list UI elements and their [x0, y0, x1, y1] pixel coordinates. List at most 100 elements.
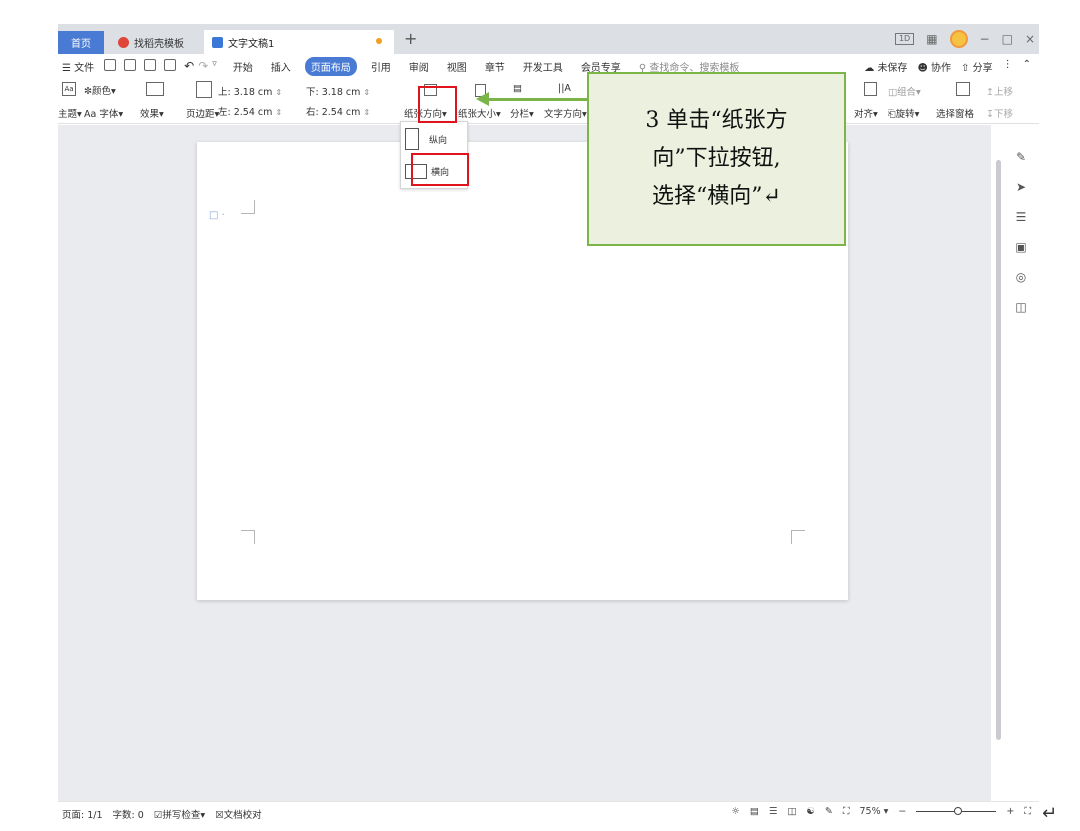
orientation-option-portrait[interactable]: 纵向: [405, 126, 465, 152]
settings-sliders-icon[interactable]: ☰: [1016, 210, 1027, 224]
menu-tab-references[interactable]: 引用: [371, 59, 391, 74]
collapse-ribbon-icon[interactable]: ⌃: [1023, 59, 1031, 74]
theme-button[interactable]: 主题▾: [58, 106, 82, 120]
text-direction-button[interactable]: 文字方向▾: [544, 106, 587, 120]
restore-button[interactable]: □: [1002, 32, 1013, 46]
callout-arrow-line: [488, 98, 588, 101]
font-button[interactable]: Aa 字体▾: [84, 106, 123, 120]
web-view-icon[interactable]: ☯: [806, 806, 815, 817]
minimize-button[interactable]: −: [980, 32, 990, 46]
print-preview-icon[interactable]: [164, 59, 177, 71]
margin-bottom-field[interactable]: 下: 3.18 cm ⇕: [306, 84, 370, 98]
columns-icon[interactable]: ▤: [513, 83, 522, 94]
effect-button[interactable]: 效果▾: [140, 106, 164, 120]
more-icon[interactable]: ⋮: [1003, 59, 1013, 74]
selection-pane-button[interactable]: 选择窗格: [936, 106, 974, 120]
menu-tab-review[interactable]: 审阅: [409, 59, 429, 74]
fit-zoom-icon[interactable]: ⛶: [843, 806, 850, 817]
book-icon[interactable]: ◫: [1015, 300, 1026, 314]
corner-mark-bottom-left: [241, 530, 255, 544]
redo-icon[interactable]: ↷: [198, 59, 208, 73]
page-view-icon[interactable]: ▤: [750, 806, 759, 817]
margin-right-label: 右:: [306, 107, 319, 118]
columns-button[interactable]: 分栏▾: [510, 106, 534, 120]
effect-icon[interactable]: [146, 82, 164, 99]
margin-left-field[interactable]: 左: 2.54 cm ⇕: [218, 104, 282, 118]
margin-bottom-label: 下:: [306, 87, 319, 98]
zoom-in-button[interactable]: +: [1006, 806, 1014, 817]
margin-bottom-spinner[interactable]: ⇕: [363, 88, 370, 97]
fullscreen-icon[interactable]: ⛶: [1024, 806, 1031, 817]
tab-template[interactable]: 找稻壳模板: [110, 30, 202, 54]
menu-tab-page-layout[interactable]: 页面布局: [304, 56, 357, 76]
menu-tab-chapter[interactable]: 章节: [485, 59, 505, 74]
select-cursor-icon[interactable]: ➤: [1016, 180, 1026, 194]
layout-toggle-button[interactable]: 1D: [894, 33, 915, 45]
customize-icon[interactable]: ▿: [212, 59, 217, 73]
rotate-button[interactable]: ⎗旋转▾: [888, 106, 919, 120]
portrait-icon: [405, 128, 419, 150]
tab-bar: 首页 找稻壳模板 文字文稿1 + 1D ▦ − □ ×: [58, 24, 1039, 54]
export-pdf-icon[interactable]: [124, 59, 137, 71]
color-button[interactable]: ✼颜色▾: [84, 83, 116, 97]
selection-pane-label: 选择窗格: [936, 109, 975, 120]
collaborate-button[interactable]: ☻ 协作: [917, 59, 951, 74]
undo-icon[interactable]: ↶: [184, 59, 194, 73]
group-button[interactable]: ◫组合▾: [888, 84, 921, 98]
eye-protection-icon[interactable]: ☼: [731, 806, 740, 817]
side-toolbar: ✎ ➤ ☰ ▣ ◎ ◫: [1010, 150, 1032, 314]
image-icon[interactable]: ▣: [1015, 240, 1026, 254]
outline-view-icon[interactable]: ☰: [769, 806, 778, 817]
reading-view-icon[interactable]: ◫: [787, 806, 796, 817]
doc-proof-button[interactable]: ☒文档校对: [215, 807, 262, 821]
tab-document[interactable]: 文字文稿1: [204, 30, 394, 54]
move-up-button[interactable]: ↥上移: [986, 84, 1013, 98]
grid-icon[interactable]: ▦: [926, 32, 937, 46]
align-button[interactable]: 对齐▾: [854, 106, 878, 120]
align-icon[interactable]: [864, 82, 877, 99]
margin-top-field[interactable]: 上: 3.18 cm ⇕: [218, 84, 282, 98]
page-count: 页面: 1/1: [62, 809, 103, 821]
text-direction-icon[interactable]: ||A: [558, 83, 571, 94]
columns-label: 分栏: [510, 109, 530, 120]
file-menu[interactable]: ☰ 文件: [62, 59, 94, 74]
zoom-slider[interactable]: [916, 807, 997, 815]
margins-icon[interactable]: [196, 81, 212, 101]
theme-icon[interactable]: Aa: [62, 82, 76, 96]
move-down-button[interactable]: ↧下移: [986, 106, 1013, 120]
margin-top-spinner[interactable]: ⇕: [275, 88, 282, 97]
zoom-out-button[interactable]: −: [898, 806, 906, 817]
zoom-level[interactable]: 75% ▾: [859, 806, 888, 817]
print-icon[interactable]: [144, 59, 157, 71]
unsaved-button[interactable]: ☁ 未保存: [864, 59, 907, 74]
location-icon[interactable]: ◎: [1016, 270, 1026, 284]
menu-tab-start[interactable]: 开始: [233, 59, 253, 74]
zoom-slider-knob[interactable]: [954, 807, 963, 815]
vertical-scrollbar-thumb[interactable]: [996, 160, 1001, 740]
menu-tab-developer[interactable]: 开发工具: [523, 59, 563, 74]
share-button[interactable]: ⇧ 分享: [961, 59, 993, 74]
font-label: 字体: [99, 109, 119, 120]
margin-right-spinner[interactable]: ⇕: [363, 108, 370, 117]
margins-button[interactable]: 页边距▾: [186, 106, 219, 120]
add-tab-button[interactable]: +: [404, 29, 417, 48]
pen-icon[interactable]: ✎: [1016, 150, 1026, 164]
tab-template-label: 找稻壳模板: [134, 38, 184, 50]
close-button[interactable]: ×: [1025, 32, 1035, 46]
word-count[interactable]: 字数: 0: [113, 807, 144, 821]
paper-size-button[interactable]: 纸张大小▾: [458, 106, 501, 120]
margin-left-spinner[interactable]: ⇕: [275, 108, 282, 117]
selection-pane-icon[interactable]: [956, 82, 970, 99]
right-menu: ☁ 未保存 ☻ 协作 ⇧ 分享 ⋮ ⌃: [864, 59, 1031, 74]
tab-home[interactable]: 首页: [58, 31, 104, 54]
spell-check-button[interactable]: ☑拼写检查▾: [154, 807, 205, 821]
save-icon[interactable]: [104, 59, 117, 71]
menu-tab-insert[interactable]: 插入: [271, 59, 291, 74]
margin-right-value: 2.54 cm: [321, 107, 361, 118]
avatar[interactable]: [949, 30, 968, 48]
margin-bottom-value: 3.18 cm: [321, 87, 361, 98]
menu-tab-view[interactable]: 视图: [447, 59, 467, 74]
effect-label: 效果: [140, 109, 160, 120]
margin-right-field[interactable]: 右: 2.54 cm ⇕: [306, 104, 370, 118]
write-mode-icon[interactable]: ✎: [825, 806, 833, 817]
